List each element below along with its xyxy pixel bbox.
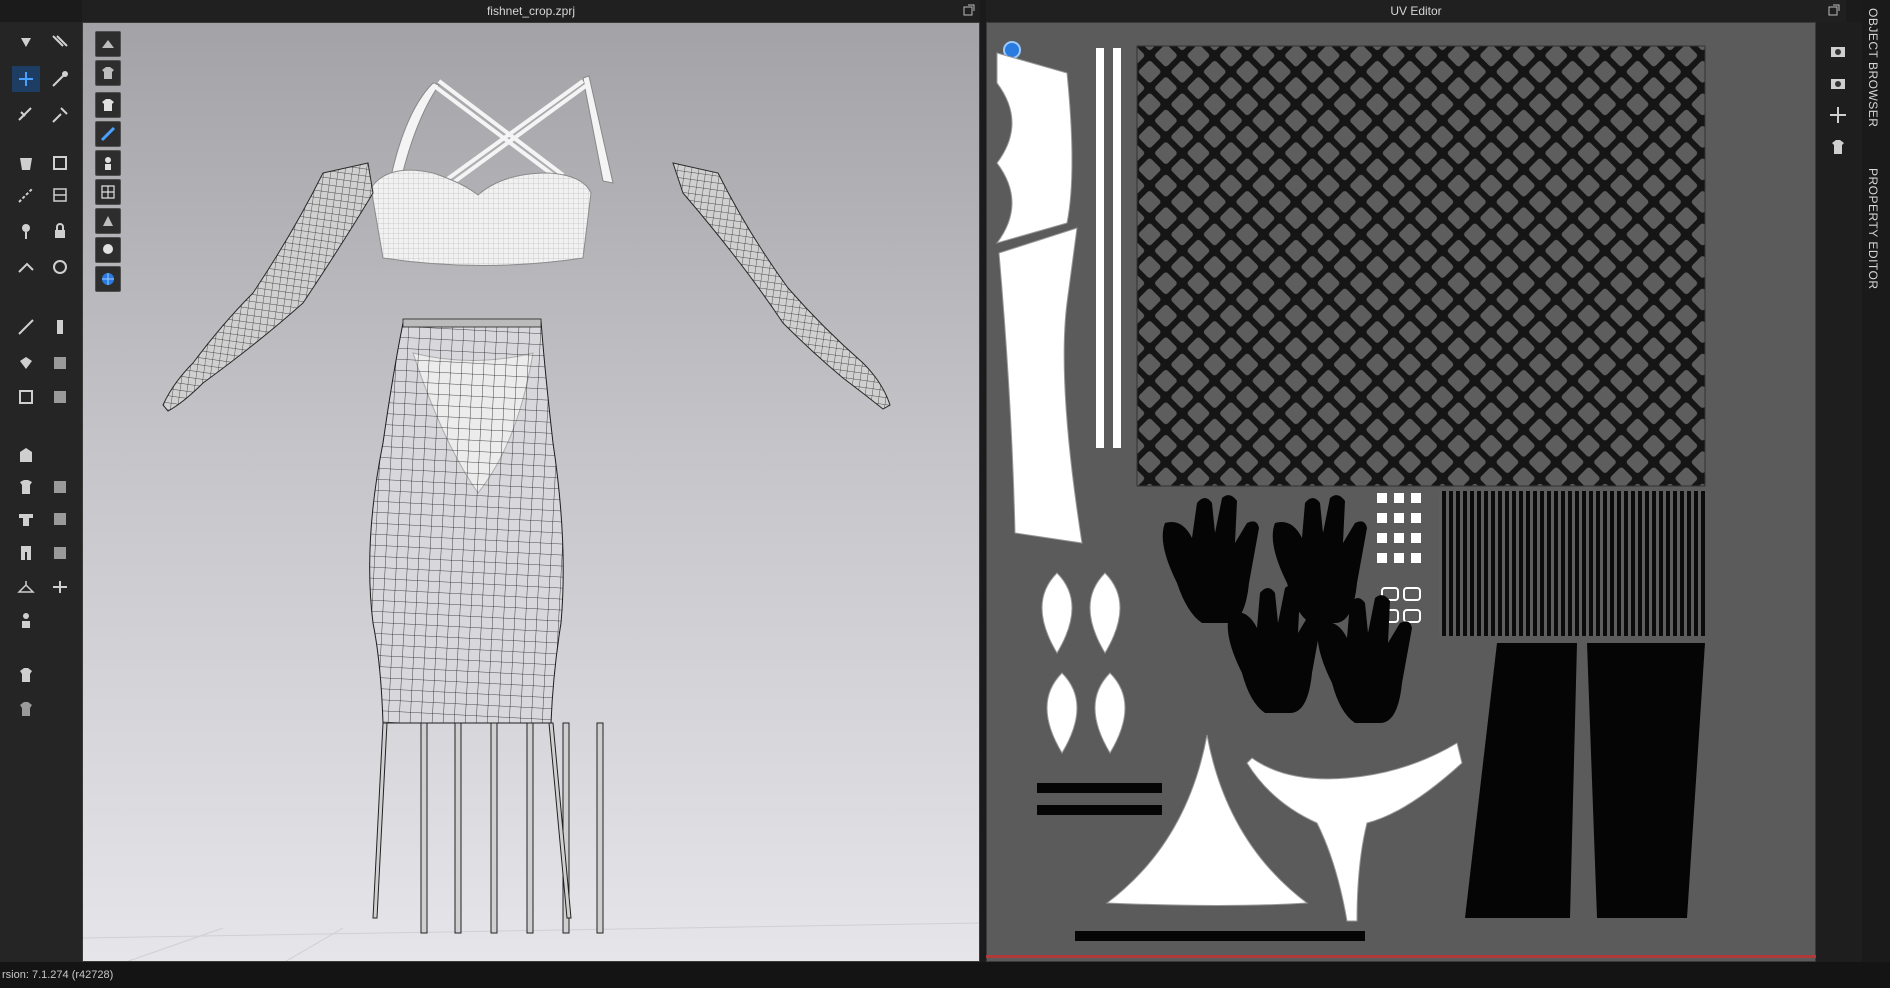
uv-band-3 (1075, 931, 1365, 941)
panel-3d-title: fishnet_crop.zprj (486, 4, 576, 18)
panel-uv-title-bar: UV Editor (986, 0, 1846, 22)
skirt-waistband (402, 318, 542, 328)
avatar-icon[interactable] (12, 384, 40, 410)
uv-cup-pieces (1041, 572, 1126, 754)
skirt-fringe (372, 722, 604, 934)
add-point-icon[interactable] (46, 66, 74, 92)
uv-layout (995, 41, 1706, 941)
app-window: fishnet_crop.zprj UV Editor OBJECT BROWS… (0, 0, 1890, 988)
uv-strap-2 (1113, 48, 1121, 448)
uv-toolbar (1816, 22, 1862, 962)
polygon-icon[interactable] (12, 150, 40, 176)
edit-point-icon[interactable] (12, 66, 40, 92)
uv-editor-canvas[interactable] (986, 22, 1816, 962)
flip-icon[interactable] (46, 574, 74, 600)
top-garment-icon[interactable] (12, 662, 40, 688)
camera-capture-icon[interactable] (1824, 38, 1852, 64)
uv-glove-hands (1162, 495, 1412, 723)
tape-icon[interactable] (46, 150, 74, 176)
uv-strap-1 (1096, 48, 1104, 448)
uv-band-2 (1037, 805, 1162, 815)
uv-skirt-front (1465, 643, 1577, 918)
garment-3d-model (83, 75, 979, 961)
sewing-icon[interactable] (12, 182, 40, 208)
uv-skirt-back (1587, 643, 1705, 918)
snapshot-icon[interactable] (1824, 70, 1852, 96)
panel-3d-title-bar: fishnet_crop.zprj (82, 0, 980, 22)
fold-arrangement-icon[interactable] (12, 102, 40, 128)
right-strap (582, 75, 614, 184)
uv-arrange-icon[interactable] (1824, 134, 1852, 160)
tab-property-editor[interactable]: PROPERTY EDITOR (1866, 168, 1880, 290)
trim-icon[interactable] (12, 350, 40, 376)
lock-icon[interactable] (46, 218, 74, 244)
shirt-icon[interactable] (12, 474, 40, 500)
shrink-icon[interactable] (46, 540, 74, 566)
uv-piece-strip-top (995, 52, 1073, 244)
seam-icon[interactable] (46, 182, 74, 208)
tab-object-browser[interactable]: OBJECT BROWSER (1866, 8, 1880, 127)
uv-bottom-accent-line (986, 955, 1816, 958)
needle-icon[interactable] (12, 254, 40, 280)
undock-icon[interactable] (963, 4, 975, 16)
uv-fringe-strips (1439, 491, 1705, 636)
button-icon[interactable] (46, 314, 74, 340)
measure-icon[interactable] (46, 384, 74, 410)
undock-icon[interactable] (1828, 4, 1840, 16)
uv-fishnet-texture (1136, 45, 1706, 487)
select-move-icon[interactable] (12, 30, 40, 56)
version-text: rsion: 7.1.274 (r42728) (2, 969, 114, 981)
pattern-layout-icon[interactable] (46, 474, 74, 500)
pants-icon[interactable] (12, 540, 40, 566)
zip-icon[interactable] (46, 350, 74, 376)
side-panel-tabs: OBJECT BROWSER PROPERTY EDITOR (1862, 0, 1890, 988)
arrange-icon[interactable] (46, 506, 74, 532)
status-bar: rsion: 7.1.274 (r42728) (0, 962, 1890, 988)
uv-small-squares (1377, 493, 1421, 563)
pattern-edit-icon[interactable] (46, 254, 74, 280)
panel-uv-title: UV Editor (1390, 4, 1442, 18)
garment-fit-icon[interactable] (12, 442, 40, 468)
uv-move-icon[interactable] (1824, 102, 1852, 128)
person-icon[interactable] (12, 608, 40, 634)
transform-pattern-icon[interactable] (46, 30, 74, 56)
hanger-icon[interactable] (12, 574, 40, 600)
viewport-3d[interactable] (82, 22, 980, 962)
internal-line-icon[interactable] (12, 314, 40, 340)
left-toolbar (0, 22, 82, 962)
uv-band-1 (1037, 783, 1162, 793)
gizmo-icon[interactable] (46, 102, 74, 128)
uv-piece-strip-bottom (998, 227, 1083, 544)
sleeve-icon[interactable] (12, 506, 40, 532)
lock-garment-icon[interactable] (12, 696, 40, 722)
uv-brief-front (1105, 734, 1309, 906)
pin-icon[interactable] (12, 218, 40, 244)
